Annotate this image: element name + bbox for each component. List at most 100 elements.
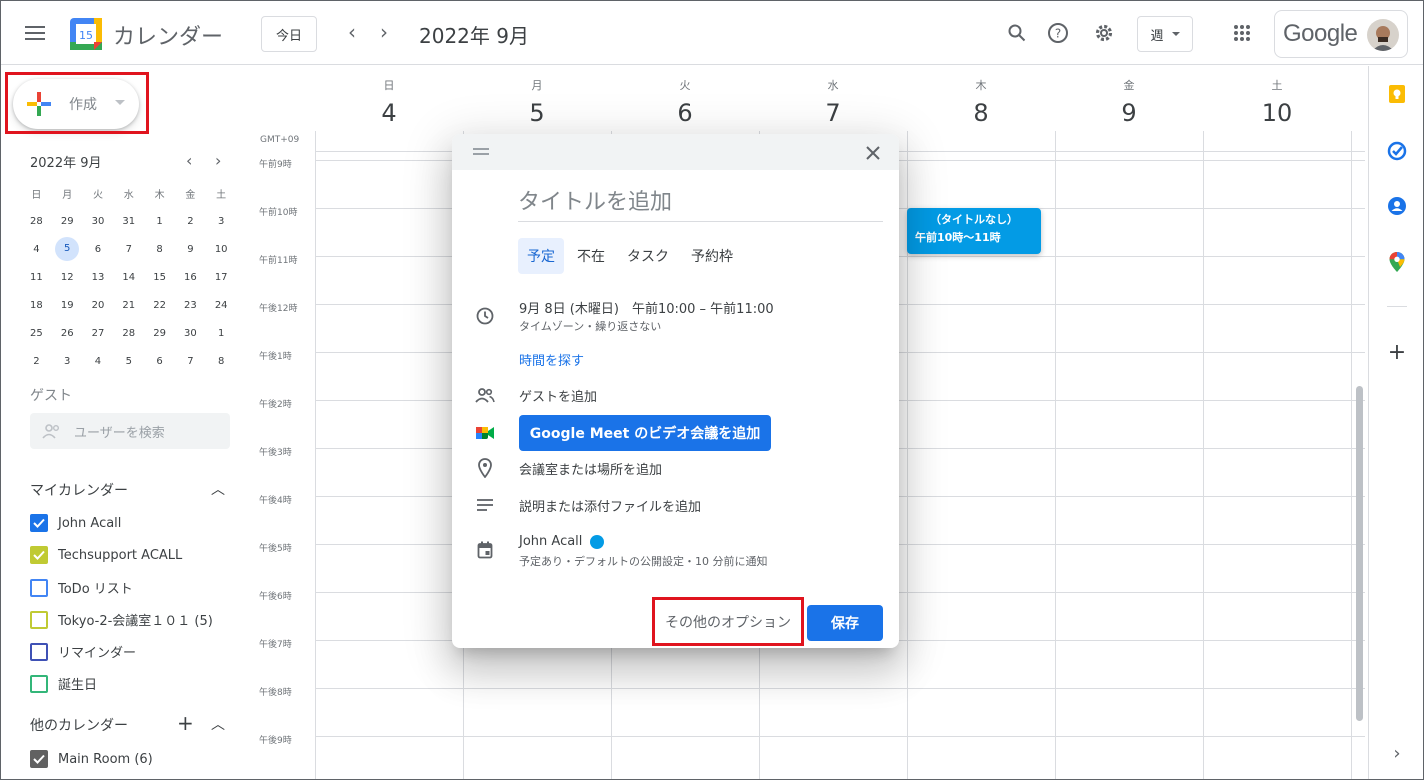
add-calendar-plus-icon[interactable]: + bbox=[177, 711, 194, 735]
contacts-icon[interactable] bbox=[1386, 195, 1408, 217]
grid-scrollbar[interactable] bbox=[1356, 386, 1363, 721]
mini-calendar-day[interactable]: 1 bbox=[144, 216, 175, 227]
help-icon[interactable]: ? bbox=[1046, 21, 1070, 45]
mini-calendar-day[interactable]: 14 bbox=[113, 272, 144, 283]
mini-calendar-day[interactable]: 8 bbox=[206, 356, 237, 367]
calendar-checkbox[interactable] bbox=[30, 642, 48, 661]
add-google-meet-button[interactable]: Google Meet のビデオ会議を追加 bbox=[519, 415, 771, 451]
mini-calendar-day[interactable]: 8 bbox=[144, 244, 175, 255]
guest-search-input[interactable]: ユーザーを検索 bbox=[30, 413, 230, 449]
calendar-list-item[interactable]: リマインダー bbox=[30, 642, 136, 661]
day-header[interactable]: 月5 bbox=[463, 77, 611, 127]
find-time-link[interactable]: 時間を探す bbox=[519, 350, 584, 369]
event-type-tab[interactable]: 予約枠 bbox=[682, 238, 742, 274]
main-menu-icon[interactable] bbox=[25, 23, 45, 43]
calendar-list-item[interactable]: John Acall bbox=[30, 514, 121, 532]
mini-calendar-day[interactable]: 25 bbox=[21, 328, 52, 339]
collapse-other-chevron-up-icon[interactable]: ︿ bbox=[211, 714, 225, 734]
mini-calendar-day[interactable]: 22 bbox=[144, 300, 175, 311]
event-type-tab[interactable]: タスク bbox=[618, 238, 678, 274]
prev-week-icon[interactable]: ‹ bbox=[341, 20, 363, 44]
mini-calendar-day[interactable]: 6 bbox=[144, 356, 175, 367]
mini-calendar-day[interactable]: 27 bbox=[83, 328, 114, 339]
day-header[interactable]: 日4 bbox=[315, 77, 463, 127]
calendar-checkbox[interactable] bbox=[30, 750, 48, 768]
maps-icon[interactable] bbox=[1386, 251, 1408, 273]
mini-calendar-day[interactable]: 29 bbox=[144, 328, 175, 339]
settings-gear-icon[interactable] bbox=[1092, 21, 1116, 45]
more-options-button[interactable]: その他のオプション bbox=[658, 604, 798, 640]
calendar-list-item[interactable]: Techsupport ACALL bbox=[30, 546, 182, 564]
add-addon-plus-icon[interactable]: + bbox=[1386, 340, 1408, 365]
mini-calendar-day[interactable]: 18 bbox=[21, 300, 52, 311]
collapse-chevron-up-icon[interactable]: ︿ bbox=[211, 479, 225, 499]
calendar-checkbox[interactable] bbox=[30, 514, 48, 532]
expand-panel-chevron-icon[interactable]: › bbox=[1386, 742, 1408, 764]
mini-calendar-day[interactable]: 2 bbox=[175, 216, 206, 227]
add-description-field[interactable]: 説明または添付ファイルを追加 bbox=[519, 496, 701, 515]
day-header[interactable]: 金9 bbox=[1055, 77, 1203, 127]
close-icon[interactable] bbox=[862, 142, 884, 164]
mini-calendar-day[interactable]: 28 bbox=[113, 328, 144, 339]
drag-handle-icon[interactable] bbox=[473, 148, 489, 155]
mini-calendar-day[interactable]: 30 bbox=[83, 216, 114, 227]
mini-calendar-day[interactable]: 11 bbox=[21, 272, 52, 283]
event-type-tab[interactable]: 予定 bbox=[518, 238, 564, 274]
add-location-field[interactable]: 会議室または場所を追加 bbox=[519, 459, 662, 478]
mini-calendar-day[interactable]: 2 bbox=[21, 356, 52, 367]
mini-calendar-day[interactable]: 31 bbox=[113, 216, 144, 227]
calendar-owner-row[interactable]: John Acall bbox=[519, 534, 605, 549]
mini-calendar-day[interactable]: 9 bbox=[175, 244, 206, 255]
mini-calendar-day[interactable]: 24 bbox=[206, 300, 237, 311]
event-title-input[interactable] bbox=[518, 184, 883, 222]
mini-calendar-day[interactable]: 21 bbox=[113, 300, 144, 311]
event-datetime[interactable]: 9月 8日 (木曜日) 午前10:00 – 午前11:00 bbox=[519, 298, 774, 317]
mini-calendar-day[interactable]: 13 bbox=[83, 272, 114, 283]
view-selector[interactable]: 週 bbox=[1137, 16, 1193, 52]
mini-calendar-day[interactable]: 28 bbox=[21, 216, 52, 227]
mini-calendar-day[interactable]: 16 bbox=[175, 272, 206, 283]
mini-calendar-day[interactable]: 4 bbox=[83, 356, 114, 367]
mini-calendar-day[interactable]: 1 bbox=[206, 328, 237, 339]
mini-calendar-day[interactable]: 7 bbox=[175, 356, 206, 367]
search-icon[interactable] bbox=[1005, 21, 1029, 45]
mini-calendar-day[interactable]: 17 bbox=[206, 272, 237, 283]
calendar-checkbox[interactable] bbox=[30, 546, 48, 564]
mini-next-month-icon[interactable]: › bbox=[215, 151, 221, 170]
day-header[interactable]: 木8 bbox=[907, 77, 1055, 127]
apps-grid-icon[interactable] bbox=[1230, 21, 1254, 45]
save-button[interactable]: 保存 bbox=[807, 605, 883, 641]
mini-calendar-day[interactable]: 7 bbox=[113, 244, 144, 255]
calendar-event[interactable]: （タイトルなし） 午前10時〜11時 bbox=[907, 208, 1041, 254]
mini-calendar-day[interactable]: 10 bbox=[206, 244, 237, 255]
mini-calendar-today[interactable]: 5 bbox=[52, 237, 83, 261]
mini-calendar-day[interactable]: 6 bbox=[83, 244, 114, 255]
mini-calendar-day[interactable]: 26 bbox=[52, 328, 83, 339]
day-header[interactable]: 火6 bbox=[611, 77, 759, 127]
calendar-list-item[interactable]: ToDo リスト bbox=[30, 578, 133, 597]
tasks-icon[interactable] bbox=[1386, 140, 1408, 162]
today-button[interactable]: 今日 bbox=[261, 16, 317, 52]
account-switcher[interactable]: Google bbox=[1274, 10, 1408, 58]
calendar-checkbox[interactable] bbox=[30, 578, 48, 597]
mini-prev-month-icon[interactable]: ‹ bbox=[186, 151, 192, 170]
next-week-icon[interactable]: › bbox=[373, 20, 395, 44]
mini-calendar-day[interactable]: 5 bbox=[113, 356, 144, 367]
mini-calendar-day[interactable]: 19 bbox=[52, 300, 83, 311]
add-guests-field[interactable]: ゲストを追加 bbox=[519, 386, 597, 405]
calendar-checkbox[interactable] bbox=[30, 674, 48, 693]
mini-calendar-day[interactable]: 20 bbox=[83, 300, 114, 311]
create-button[interactable]: 作成 bbox=[13, 79, 139, 129]
mini-calendar-day[interactable]: 3 bbox=[52, 356, 83, 367]
calendar-list-item[interactable]: Tokyo-2-会議室１０１ (5) bbox=[30, 610, 213, 629]
day-header[interactable]: 土 10 bbox=[1203, 77, 1351, 127]
keep-icon[interactable] bbox=[1386, 83, 1408, 105]
avatar[interactable] bbox=[1367, 19, 1399, 51]
mini-calendar-day[interactable]: 3 bbox=[206, 216, 237, 227]
mini-calendar-day[interactable]: 4 bbox=[21, 244, 52, 255]
mini-calendar-day[interactable]: 15 bbox=[144, 272, 175, 283]
event-type-tab[interactable]: 不在 bbox=[568, 238, 614, 274]
mini-calendar-day[interactable]: 12 bbox=[52, 272, 83, 283]
calendar-checkbox[interactable] bbox=[30, 610, 48, 629]
day-header[interactable]: 水7 bbox=[759, 77, 907, 127]
